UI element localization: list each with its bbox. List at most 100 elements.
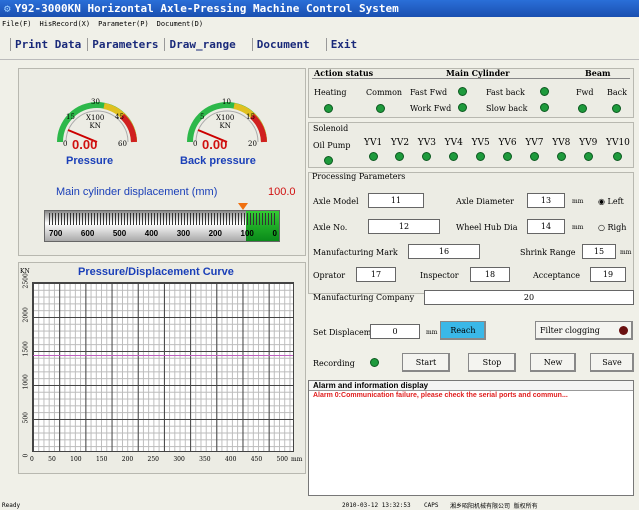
oil-pump-label: Oil Pump — [313, 141, 351, 150]
beam-fwd-led — [578, 104, 587, 113]
common-label: Common — [366, 88, 403, 97]
save-button[interactable]: Save — [590, 353, 634, 372]
filter-clogging-indicator: Filter clogging — [535, 321, 633, 340]
axle-no-input[interactable]: 12 — [368, 219, 440, 234]
valve-led — [529, 152, 539, 161]
inspector-input[interactable]: 18 — [470, 267, 510, 282]
y-unit: KN — [20, 268, 30, 275]
heating-led — [324, 104, 333, 113]
valve-led — [368, 152, 378, 161]
right-radio[interactable]: ○ Righ — [598, 223, 626, 232]
displacement-pointer-icon — [238, 203, 248, 210]
acceptance-label: Acceptance — [533, 271, 580, 280]
menu-document[interactable]: Document(D) — [157, 20, 203, 28]
acceptance-input[interactable]: 19 — [590, 267, 626, 282]
shrink-unit: mm — [620, 249, 632, 256]
exit-button[interactable]: Exit — [325, 38, 362, 51]
pressure-tick-60: 60 — [118, 140, 127, 148]
heating-label: Heating — [314, 88, 347, 97]
action-divider — [312, 78, 630, 79]
valve-yv10: YV10 — [606, 138, 630, 161]
valve-row: YV1 YV2 YV3 YV4 YV5 YV6 YV7 YV8 YV9 YV10 — [364, 138, 630, 161]
scale-ticks — [49, 213, 275, 225]
action-status-title: Action status — [314, 68, 374, 78]
valve-yv5: YV5 — [472, 138, 490, 161]
valve-led — [556, 152, 566, 161]
filter-clogging-led — [619, 326, 628, 335]
valve-led — [583, 152, 593, 161]
left-radio[interactable]: ◉ Left — [598, 197, 624, 206]
beam-title: Beam — [585, 68, 611, 78]
valve-led — [422, 152, 432, 161]
axle-model-input[interactable]: 11 — [368, 193, 424, 208]
displacement-label: Main cylinder displacement (mm) — [56, 186, 218, 198]
axle-diameter-input[interactable]: 13 — [527, 193, 565, 208]
draw-range-button[interactable]: Draw_range — [164, 38, 239, 51]
reach-button[interactable]: Reach — [440, 321, 486, 340]
operator-input[interactable]: 17 — [356, 267, 396, 282]
company-input[interactable]: 20 — [424, 290, 634, 305]
app-icon: ⚙ — [4, 2, 11, 15]
main-cylinder-title: Main Cylinder — [446, 68, 510, 78]
title-bar: ⚙ Y92-3000KN Horizontal Axle-Pressing Ma… — [0, 0, 639, 17]
valve-yv8: YV8 — [552, 138, 570, 161]
menu-hisrecord[interactable]: HisRecord(X) — [40, 20, 91, 28]
axle-diameter-unit: mm — [572, 198, 584, 205]
parameters-button[interactable]: Parameters — [87, 38, 162, 51]
window-title: Y92-3000KN Horizontal Axle-Pressing Mach… — [14, 2, 399, 15]
x-axis-labels: 0 50 100 150 200 250 300 350 400 450 500 — [30, 456, 288, 463]
valve-led — [613, 152, 623, 161]
back-tick-0: 0 — [193, 140, 198, 148]
start-button[interactable]: Start — [402, 353, 450, 372]
shrink-range-input[interactable]: 15 — [582, 244, 616, 259]
wheel-hub-unit: mm — [572, 224, 584, 231]
back-tick-15: 15 — [246, 113, 255, 121]
valve-yv6: YV6 — [498, 138, 517, 161]
valve-yv4: YV4 — [445, 138, 463, 161]
pressure-tick-30: 30 — [91, 98, 100, 106]
back-tick-10: 10 — [222, 98, 231, 106]
back-tick-5: 5 — [200, 113, 205, 121]
status-caps: CAPS — [424, 501, 439, 509]
print-data-button[interactable]: Print Data — [10, 38, 85, 51]
mfg-mark-input[interactable]: 16 — [408, 244, 480, 259]
valve-yv2: YV2 — [391, 138, 409, 161]
beam-fwd-label: Fwd — [576, 88, 594, 97]
menu-parameter[interactable]: Parameter(P) — [98, 20, 149, 28]
operator-label: Oprator — [313, 271, 346, 280]
wheel-hub-input[interactable]: 14 — [527, 219, 565, 234]
filter-clogging-label: Filter clogging — [540, 326, 600, 335]
menu-file[interactable]: File(F) — [2, 20, 32, 28]
pressure-tick-45: 45 — [115, 113, 124, 121]
back-unit: X100 KN — [216, 114, 235, 130]
work-fwd-led — [458, 103, 467, 112]
status-company: 湘乡昭阳机械有限公司 版权所有 — [450, 502, 538, 510]
wheel-hub-label: Wheel Hub Dia — [456, 223, 518, 232]
document-button[interactable]: Document — [251, 38, 314, 51]
toolbar: Print Data Parameters Draw_range Documen… — [0, 30, 639, 60]
set-displacement-input[interactable]: 0 — [370, 324, 420, 339]
pressure-tick-0: 0 — [63, 140, 68, 148]
menu-bar: File(F) HisRecord(X) Parameter(P) Docume… — [0, 17, 639, 30]
pressure-label: Pressure — [66, 155, 114, 167]
status-ready: Ready — [2, 501, 21, 509]
beam-back-label: Back — [607, 88, 627, 97]
back-pressure-value: 0.00 — [202, 137, 228, 152]
alarm-message: Alarm 0:Communication failure, please ch… — [313, 392, 568, 399]
scale-labels: 700 600 500 400 300 200 100 0 — [49, 229, 277, 238]
pressure-value: 0.00 — [72, 137, 98, 152]
inspector-label: Inspector — [420, 271, 459, 280]
mfg-mark-label: Manufacturing Mark — [313, 248, 398, 257]
common-led — [376, 104, 385, 113]
pressure-tick-15: 15 — [66, 113, 75, 121]
slow-back-label: Slow back — [486, 104, 528, 113]
pressure-unit: X100 KN — [86, 114, 105, 130]
valve-yv7: YV7 — [525, 138, 544, 161]
alarm-panel: Alarm and information display Alarm 0:Co… — [308, 380, 634, 496]
valve-yv3: YV3 — [418, 138, 436, 161]
fast-back-led — [540, 87, 549, 96]
stop-button[interactable]: Stop — [468, 353, 516, 372]
axle-diameter-label: Axle Diameter — [456, 197, 514, 206]
recording-led — [370, 358, 379, 367]
new-button[interactable]: New — [530, 353, 576, 372]
